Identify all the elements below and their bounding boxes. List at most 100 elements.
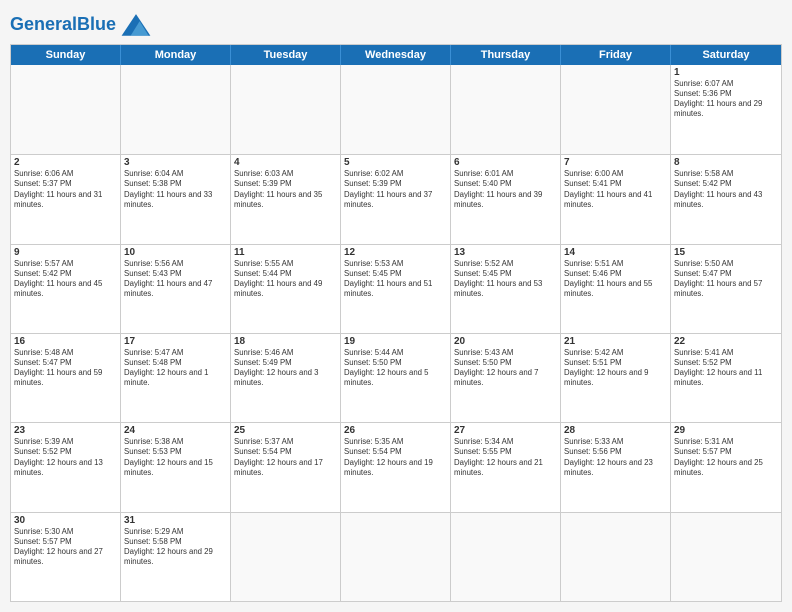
- cell-day-number: 5: [344, 157, 447, 168]
- cell-sun-info: Sunrise: 5:58 AM Sunset: 5:42 PM Dayligh…: [674, 169, 778, 210]
- day-headers-row: SundayMondayTuesdayWednesdayThursdayFrid…: [11, 45, 781, 65]
- calendar-cell: 7Sunrise: 6:00 AM Sunset: 5:41 PM Daylig…: [561, 155, 671, 243]
- calendar-week-1: 2Sunrise: 6:06 AM Sunset: 5:37 PM Daylig…: [11, 154, 781, 243]
- calendar-cell: 3Sunrise: 6:04 AM Sunset: 5:38 PM Daylig…: [121, 155, 231, 243]
- cell-day-number: 8: [674, 157, 778, 168]
- cell-day-number: 4: [234, 157, 337, 168]
- cell-day-number: 21: [564, 336, 667, 347]
- calendar-cell: 14Sunrise: 5:51 AM Sunset: 5:46 PM Dayli…: [561, 245, 671, 333]
- calendar-cell: 23Sunrise: 5:39 AM Sunset: 5:52 PM Dayli…: [11, 423, 121, 511]
- cell-day-number: 14: [564, 247, 667, 258]
- cell-sun-info: Sunrise: 5:34 AM Sunset: 5:55 PM Dayligh…: [454, 437, 557, 478]
- calendar-cell: 17Sunrise: 5:47 AM Sunset: 5:48 PM Dayli…: [121, 334, 231, 422]
- cell-day-number: 31: [124, 515, 227, 526]
- logo-blue: Blue: [77, 14, 116, 34]
- calendar-cell: 18Sunrise: 5:46 AM Sunset: 5:49 PM Dayli…: [231, 334, 341, 422]
- calendar-cell: 19Sunrise: 5:44 AM Sunset: 5:50 PM Dayli…: [341, 334, 451, 422]
- cell-sun-info: Sunrise: 5:46 AM Sunset: 5:49 PM Dayligh…: [234, 348, 337, 389]
- day-header-friday: Friday: [561, 45, 671, 65]
- calendar-cell: [451, 65, 561, 154]
- calendar-cell: 29Sunrise: 5:31 AM Sunset: 5:57 PM Dayli…: [671, 423, 781, 511]
- cell-sun-info: Sunrise: 5:33 AM Sunset: 5:56 PM Dayligh…: [564, 437, 667, 478]
- cell-sun-info: Sunrise: 5:51 AM Sunset: 5:46 PM Dayligh…: [564, 259, 667, 300]
- cell-day-number: 12: [344, 247, 447, 258]
- cell-sun-info: Sunrise: 5:44 AM Sunset: 5:50 PM Dayligh…: [344, 348, 447, 389]
- calendar-cell: 1Sunrise: 6:07 AM Sunset: 5:36 PM Daylig…: [671, 65, 781, 154]
- cell-sun-info: Sunrise: 5:35 AM Sunset: 5:54 PM Dayligh…: [344, 437, 447, 478]
- day-header-monday: Monday: [121, 45, 231, 65]
- calendar-cell: 6Sunrise: 6:01 AM Sunset: 5:40 PM Daylig…: [451, 155, 561, 243]
- cell-day-number: 20: [454, 336, 557, 347]
- cell-day-number: 7: [564, 157, 667, 168]
- cell-sun-info: Sunrise: 5:53 AM Sunset: 5:45 PM Dayligh…: [344, 259, 447, 300]
- calendar-cell: [121, 65, 231, 154]
- calendar-cell: 16Sunrise: 5:48 AM Sunset: 5:47 PM Dayli…: [11, 334, 121, 422]
- cell-sun-info: Sunrise: 5:55 AM Sunset: 5:44 PM Dayligh…: [234, 259, 337, 300]
- cell-sun-info: Sunrise: 5:56 AM Sunset: 5:43 PM Dayligh…: [124, 259, 227, 300]
- logo-text: GeneralBlue: [10, 14, 116, 35]
- cell-sun-info: Sunrise: 6:04 AM Sunset: 5:38 PM Dayligh…: [124, 169, 227, 210]
- cell-sun-info: Sunrise: 6:07 AM Sunset: 5:36 PM Dayligh…: [674, 79, 778, 120]
- cell-day-number: 18: [234, 336, 337, 347]
- calendar-cell: [451, 513, 561, 601]
- cell-day-number: 29: [674, 425, 778, 436]
- cell-day-number: 9: [14, 247, 117, 258]
- calendar-week-4: 23Sunrise: 5:39 AM Sunset: 5:52 PM Dayli…: [11, 422, 781, 511]
- calendar-cell: 15Sunrise: 5:50 AM Sunset: 5:47 PM Dayli…: [671, 245, 781, 333]
- cell-day-number: 2: [14, 157, 117, 168]
- calendar: SundayMondayTuesdayWednesdayThursdayFrid…: [10, 44, 782, 602]
- cell-day-number: 28: [564, 425, 667, 436]
- calendar-cell: 2Sunrise: 6:06 AM Sunset: 5:37 PM Daylig…: [11, 155, 121, 243]
- calendar-cell: 11Sunrise: 5:55 AM Sunset: 5:44 PM Dayli…: [231, 245, 341, 333]
- calendar-grid: 1Sunrise: 6:07 AM Sunset: 5:36 PM Daylig…: [11, 65, 781, 601]
- cell-day-number: 23: [14, 425, 117, 436]
- calendar-cell: 30Sunrise: 5:30 AM Sunset: 5:57 PM Dayli…: [11, 513, 121, 601]
- day-header-sunday: Sunday: [11, 45, 121, 65]
- cell-day-number: 19: [344, 336, 447, 347]
- cell-sun-info: Sunrise: 5:47 AM Sunset: 5:48 PM Dayligh…: [124, 348, 227, 389]
- calendar-cell: [561, 65, 671, 154]
- day-header-thursday: Thursday: [451, 45, 561, 65]
- calendar-cell: 31Sunrise: 5:29 AM Sunset: 5:58 PM Dayli…: [121, 513, 231, 601]
- cell-day-number: 22: [674, 336, 778, 347]
- day-header-saturday: Saturday: [671, 45, 781, 65]
- cell-day-number: 15: [674, 247, 778, 258]
- calendar-cell: 12Sunrise: 5:53 AM Sunset: 5:45 PM Dayli…: [341, 245, 451, 333]
- calendar-cell: 28Sunrise: 5:33 AM Sunset: 5:56 PM Dayli…: [561, 423, 671, 511]
- calendar-cell: [231, 65, 341, 154]
- calendar-cell: 27Sunrise: 5:34 AM Sunset: 5:55 PM Dayli…: [451, 423, 561, 511]
- cell-sun-info: Sunrise: 6:01 AM Sunset: 5:40 PM Dayligh…: [454, 169, 557, 210]
- cell-sun-info: Sunrise: 5:42 AM Sunset: 5:51 PM Dayligh…: [564, 348, 667, 389]
- calendar-cell: [341, 65, 451, 154]
- calendar-week-0: 1Sunrise: 6:07 AM Sunset: 5:36 PM Daylig…: [11, 65, 781, 154]
- calendar-cell: [341, 513, 451, 601]
- cell-day-number: 24: [124, 425, 227, 436]
- cell-day-number: 3: [124, 157, 227, 168]
- calendar-cell: 4Sunrise: 6:03 AM Sunset: 5:39 PM Daylig…: [231, 155, 341, 243]
- calendar-cell: 21Sunrise: 5:42 AM Sunset: 5:51 PM Dayli…: [561, 334, 671, 422]
- calendar-cell: 8Sunrise: 5:58 AM Sunset: 5:42 PM Daylig…: [671, 155, 781, 243]
- calendar-cell: 9Sunrise: 5:57 AM Sunset: 5:42 PM Daylig…: [11, 245, 121, 333]
- cell-sun-info: Sunrise: 5:48 AM Sunset: 5:47 PM Dayligh…: [14, 348, 117, 389]
- calendar-cell: 13Sunrise: 5:52 AM Sunset: 5:45 PM Dayli…: [451, 245, 561, 333]
- calendar-header: GeneralBlue: [10, 10, 782, 38]
- cell-sun-info: Sunrise: 5:50 AM Sunset: 5:47 PM Dayligh…: [674, 259, 778, 300]
- cell-day-number: 10: [124, 247, 227, 258]
- cell-day-number: 11: [234, 247, 337, 258]
- calendar-cell: 5Sunrise: 6:02 AM Sunset: 5:39 PM Daylig…: [341, 155, 451, 243]
- calendar-cell: [11, 65, 121, 154]
- day-header-wednesday: Wednesday: [341, 45, 451, 65]
- cell-sun-info: Sunrise: 5:29 AM Sunset: 5:58 PM Dayligh…: [124, 527, 227, 568]
- calendar-cell: 10Sunrise: 5:56 AM Sunset: 5:43 PM Dayli…: [121, 245, 231, 333]
- calendar-cell: 25Sunrise: 5:37 AM Sunset: 5:54 PM Dayli…: [231, 423, 341, 511]
- cell-sun-info: Sunrise: 5:38 AM Sunset: 5:53 PM Dayligh…: [124, 437, 227, 478]
- cell-sun-info: Sunrise: 6:03 AM Sunset: 5:39 PM Dayligh…: [234, 169, 337, 210]
- calendar-week-3: 16Sunrise: 5:48 AM Sunset: 5:47 PM Dayli…: [11, 333, 781, 422]
- calendar-cell: 26Sunrise: 5:35 AM Sunset: 5:54 PM Dayli…: [341, 423, 451, 511]
- cell-day-number: 16: [14, 336, 117, 347]
- logo-general: General: [10, 14, 77, 34]
- logo: GeneralBlue: [10, 10, 154, 38]
- calendar-cell: [231, 513, 341, 601]
- calendar-week-5: 30Sunrise: 5:30 AM Sunset: 5:57 PM Dayli…: [11, 512, 781, 601]
- calendar-cell: 24Sunrise: 5:38 AM Sunset: 5:53 PM Dayli…: [121, 423, 231, 511]
